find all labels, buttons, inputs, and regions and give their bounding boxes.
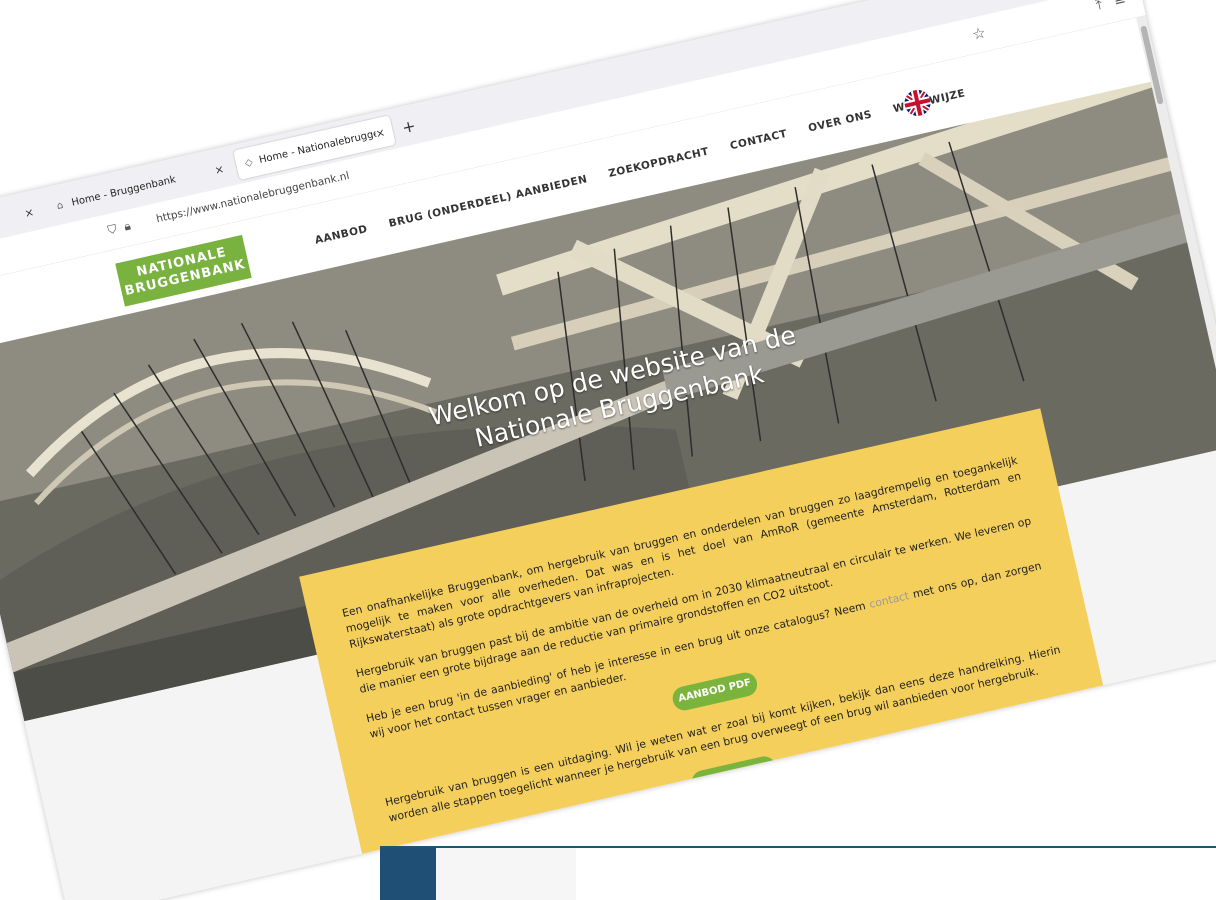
tab-close-icon[interactable]: ×	[213, 162, 225, 177]
url-security-icons: ⛉ 🔒︎	[106, 219, 132, 239]
tab-close-icon[interactable]: ×	[23, 205, 35, 220]
contact-link[interactable]: contact	[868, 589, 910, 611]
uk-flag-icon[interactable]	[901, 87, 934, 119]
underlying-page-grey-block	[436, 848, 576, 900]
intro-paragraph-4: Hergebruik van bruggen is een uitdaging.…	[383, 643, 1062, 825]
underlying-page-blue-block	[380, 848, 436, 900]
star-icon[interactable]: ☆	[970, 23, 987, 44]
menu-icon[interactable]: ≡	[1113, 0, 1128, 10]
new-tab-button[interactable]: +	[400, 116, 417, 137]
lock-icon[interactable]: 🔒︎	[123, 219, 133, 235]
tab-close-icon[interactable]: ×	[374, 125, 386, 140]
site-favicon-icon: ◇	[243, 156, 254, 169]
aanbod-pdf-button[interactable]: AANBOD PDF	[670, 670, 760, 713]
shield-icon[interactable]: ⛉	[106, 222, 118, 239]
browser-window: e × ⌂ Home - Bruggenbank × ◇ Home - Nati…	[0, 0, 1216, 900]
menu-item-aanbod[interactable]: AANBOD	[314, 223, 369, 247]
web-page: NATIONALE BRUGGENBANK AANBOD BRUG (ONDER…	[0, 15, 1216, 900]
handreiking-button[interactable]: HANDREIKING	[689, 754, 779, 797]
menu-item-contact[interactable]: CONTACT	[729, 128, 788, 153]
save-to-pocket-icon[interactable]: ⤒	[1095, 0, 1105, 14]
menu-item-zoekopdracht[interactable]: ZOEKOPDRACHT	[607, 146, 710, 180]
menu-item-over-ons[interactable]: OVER ONS	[807, 108, 873, 134]
scene: e × ⌂ Home - Bruggenbank × ◇ Home - Nati…	[0, 0, 1216, 900]
site-favicon-icon: ⌂	[55, 199, 65, 212]
